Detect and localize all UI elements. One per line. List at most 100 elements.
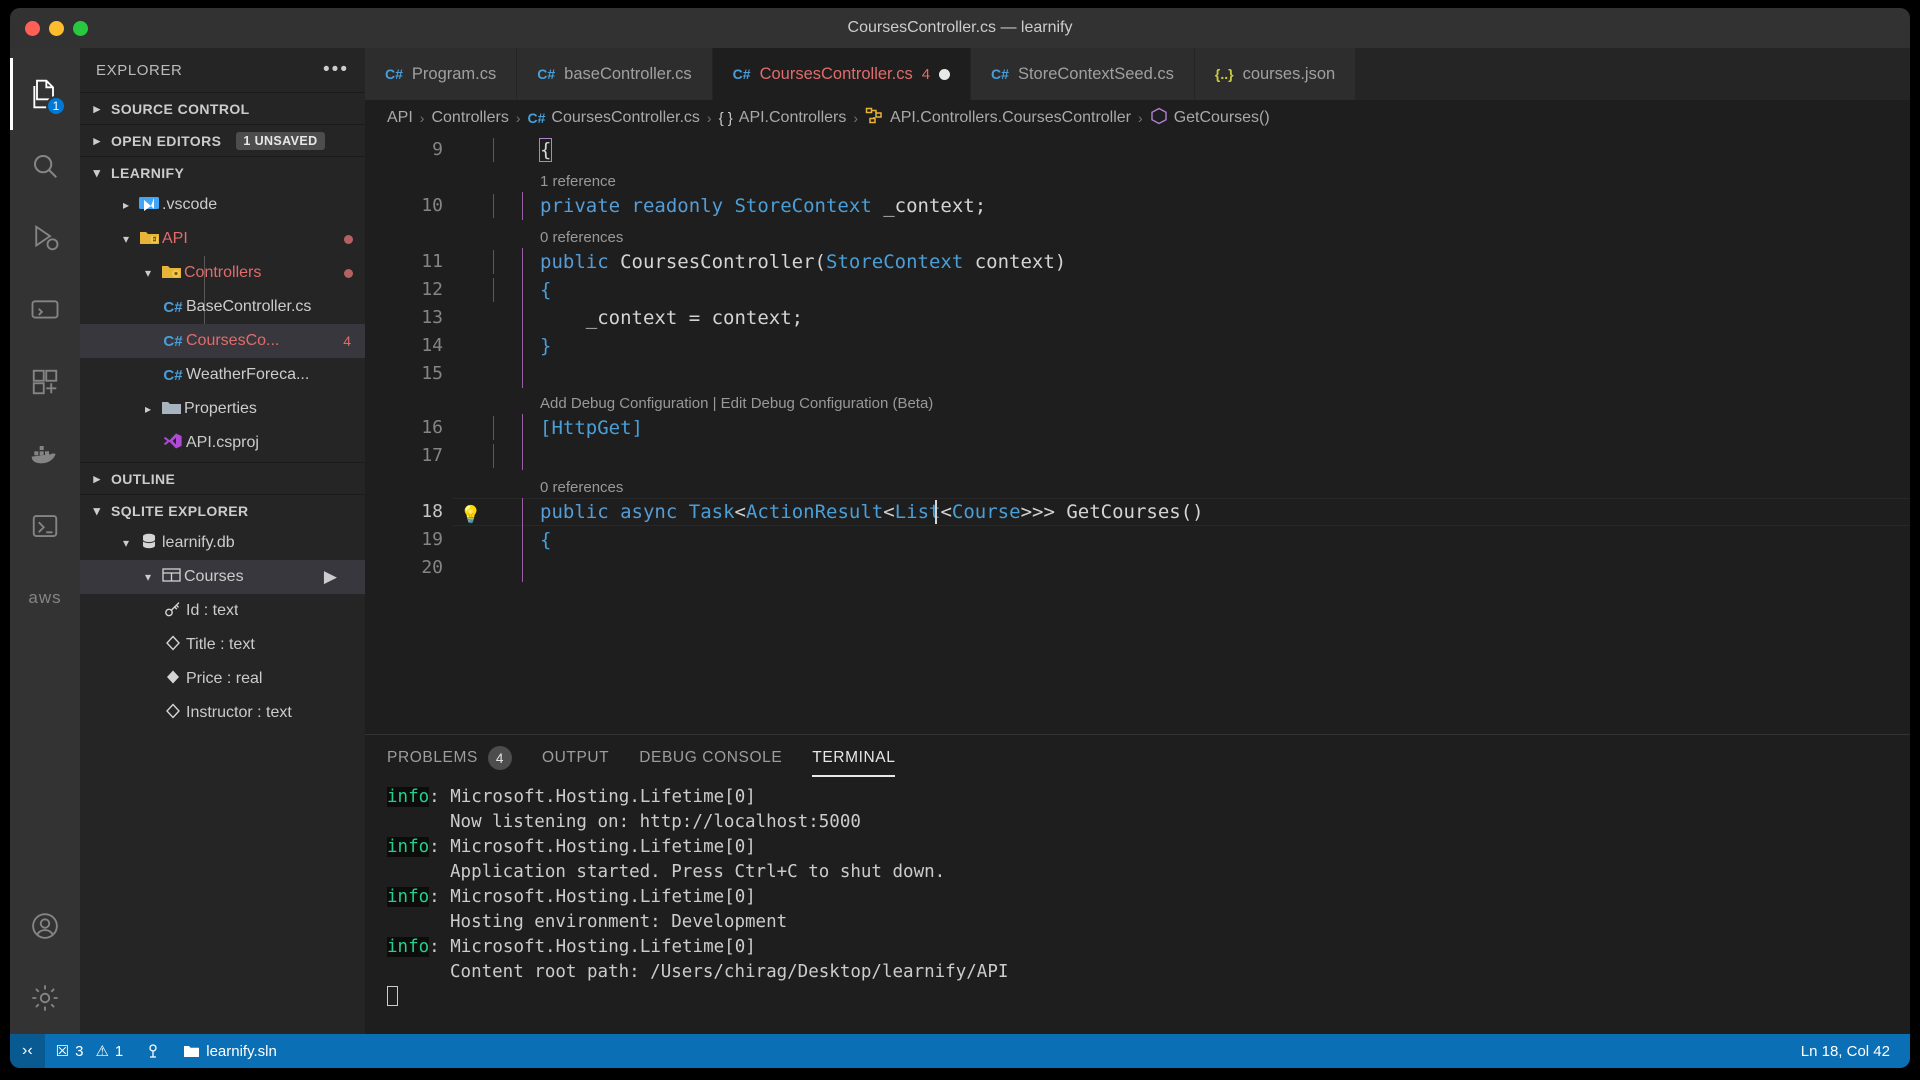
tab-label: Program.cs <box>411 64 497 83</box>
run-query-icon[interactable]: ▶ <box>324 567 337 587</box>
tab-program-cs[interactable]: C# Program.cs <box>365 48 518 100</box>
terminal-line: Hosting environment: Development <box>450 912 788 932</box>
line-text: [HttpGet] <box>540 417 643 439</box>
sqlite-column-instructor[interactable]: Instructor : text <box>80 696 365 730</box>
codelens-debug-config[interactable]: Add Debug Configuration | Edit Debug Con… <box>540 390 933 412</box>
tab-coursescontroller-cs[interactable]: C# CoursesController.cs 4 <box>712 48 972 100</box>
sidebar-section-learnify[interactable]: ▾ LEARNIFY <box>80 156 365 188</box>
chevron-down-icon: ▾ <box>122 536 130 550</box>
sidebar-section-source-control[interactable]: ▸ SOURCE CONTROL <box>80 92 365 124</box>
error-count: 4 <box>343 333 351 349</box>
minimize-window-button[interactable] <box>49 20 64 36</box>
terminal-line: info: Microsoft.Hosting.Lifetime[0] <box>387 885 1910 910</box>
status-cursor-position[interactable]: Ln 18, Col 42 <box>1801 1043 1910 1060</box>
sidebar-section-sqlite-explorer[interactable]: ▾ SQLITE EXPLORER <box>80 494 365 526</box>
code-line: 11 public CoursesController(StoreContext… <box>365 248 1910 276</box>
activity-run-debug[interactable] <box>10 202 80 274</box>
activity-aws[interactable]: aws <box>10 562 80 634</box>
sidebar-more-actions-icon[interactable]: ••• <box>323 60 349 79</box>
activity-extensions[interactable] <box>10 346 80 418</box>
chevron-right-icon: ▸ <box>144 402 152 416</box>
namespace-icon: { } <box>718 109 733 127</box>
tree-item-weatherforecast[interactable]: C# WeatherForeca... <box>80 358 365 392</box>
unsaved-indicator-icon[interactable] <box>939 68 951 80</box>
vscode-folder-icon <box>136 195 162 215</box>
activity-remote-explorer[interactable] <box>10 274 80 346</box>
activity-accounts[interactable] <box>10 890 80 962</box>
codelens-reference[interactable]: 1 reference <box>540 168 616 190</box>
folder-controllers-icon <box>158 263 184 284</box>
activity-docker[interactable] <box>10 418 80 490</box>
sidebar-section-outline[interactable]: ▸ OUTLINE <box>80 462 365 494</box>
breadcrumb-item-class[interactable]: API.Controllers.CoursesController <box>865 107 1131 129</box>
breadcrumb-item-namespace[interactable]: { } API.Controllers <box>719 109 847 127</box>
close-window-button[interactable] <box>25 20 40 36</box>
tree-item-coursescontroller[interactable]: C# CoursesCo... 4 <box>80 324 365 358</box>
tab-storecontextseed-cs[interactable]: C# StoreContextSeed.cs <box>971 48 1195 100</box>
sidebar-section-open-editors[interactable]: ▸ OPEN EDITORS 1 UNSAVED <box>80 124 365 156</box>
chevron-down-icon: ▾ <box>93 164 101 180</box>
sqlite-column-label: Id : text <box>186 602 239 619</box>
chevron-right-icon: › <box>853 110 859 126</box>
window-controls[interactable] <box>10 20 88 36</box>
sqlite-column-title[interactable]: Title : text <box>80 628 365 662</box>
csharp-icon: C# <box>527 110 546 126</box>
warning-icon: ⚠ <box>95 1043 109 1060</box>
codelens-reference[interactable]: 0 references <box>540 474 623 496</box>
tree-item-appsettings-dev[interactable]: {..} appsettings.Deve... <box>80 460 365 462</box>
tree-item-api-csproj[interactable]: API.csproj <box>80 426 365 460</box>
line-text: public CoursesController(StoreContext co… <box>540 251 1067 273</box>
status-solution[interactable]: learnify.sln <box>172 1034 288 1068</box>
breadcrumb-label: CoursesController.cs <box>551 109 700 126</box>
status-problems[interactable]: ☒ 3 ⚠ 1 <box>45 1034 135 1068</box>
error-icon: ☒ <box>55 1043 70 1060</box>
breadcrumb-item-file[interactable]: C# CoursesController.cs <box>528 109 700 127</box>
tree-item-vscode[interactable]: ▸ .vscode <box>80 188 365 222</box>
status-ports[interactable] <box>134 1034 172 1068</box>
remote-window-button[interactable]: ›‹ <box>10 1034 45 1068</box>
activity-explorer[interactable]: 1 <box>10 58 80 130</box>
panel-tab-debug-console[interactable]: DEBUG CONSOLE <box>639 735 782 781</box>
activity-settings[interactable] <box>10 962 80 1034</box>
gear-icon <box>32 985 58 1011</box>
tab-basecontroller-cs[interactable]: C# baseController.cs <box>517 48 713 100</box>
panel-tab-terminal[interactable]: TERMINAL <box>812 735 896 781</box>
breadcrumb-item-method[interactable]: GetCourses() <box>1150 107 1270 130</box>
tree-item-api[interactable]: ▾ API <box>80 222 365 256</box>
activity-azure[interactable] <box>10 490 80 562</box>
tab-error-count: 4 <box>921 65 931 83</box>
sqlite-column-price[interactable]: Price : real <box>80 662 365 696</box>
line-number: 12 <box>421 279 443 300</box>
sqlite-item-learnify-db[interactable]: ▾ learnify.db <box>80 526 365 560</box>
code-line-current: 18 💡 public async Task<ActionResult<List… <box>365 498 1910 526</box>
tree-item-basecontroller[interactable]: C# BaseController.cs <box>80 290 365 324</box>
status-bar-left: ›‹ ☒ 3 ⚠ 1 learnify.sln <box>10 1034 288 1068</box>
line-number: 18 <box>421 501 443 522</box>
sqlite-item-courses[interactable]: ▾ Courses ▶ <box>80 560 365 594</box>
tree-item-controllers[interactable]: ▾ Controllers <box>80 256 365 290</box>
activity-search[interactable] <box>10 130 80 202</box>
problems-count: 4 <box>487 746 512 770</box>
panel-tab-problems[interactable]: PROBLEMS 4 <box>387 735 512 781</box>
error-dot <box>344 234 353 244</box>
tab-courses-json[interactable]: {..} courses.json <box>1194 48 1357 100</box>
breadcrumb-item-controllers[interactable]: Controllers <box>431 109 508 127</box>
search-icon <box>34 155 57 178</box>
codelens-reference[interactable]: 0 references <box>540 224 623 246</box>
lightbulb-icon[interactable]: 💡 <box>460 501 481 529</box>
sqlite-column-id[interactable]: Id : text <box>80 594 365 628</box>
terminal-cursor <box>387 986 398 1006</box>
maximize-window-button[interactable] <box>73 20 88 36</box>
tree-item-properties[interactable]: ▸ Properties <box>80 392 365 426</box>
method-icon <box>1150 107 1168 130</box>
code-editor[interactable]: 9 { 1 reference 10 private readonly Stor… <box>365 136 1910 734</box>
editor-area: C# Program.cs C# baseController.cs C# Co… <box>365 48 1910 1034</box>
breadcrumb-item-api[interactable]: API <box>387 109 413 127</box>
text-caret <box>935 500 937 524</box>
terminal-output[interactable]: info: Microsoft.Hosting.Lifetime[0] Now … <box>365 781 1910 1034</box>
panel-tabs: PROBLEMS 4 OUTPUT DEBUG CONSOLE TERMINAL <box>365 735 1910 781</box>
tree-item-label: Properties <box>184 400 257 417</box>
csharp-icon: C# <box>732 66 751 82</box>
panel-tab-output[interactable]: OUTPUT <box>542 735 609 781</box>
tree-item-label: .vscode <box>162 196 218 213</box>
